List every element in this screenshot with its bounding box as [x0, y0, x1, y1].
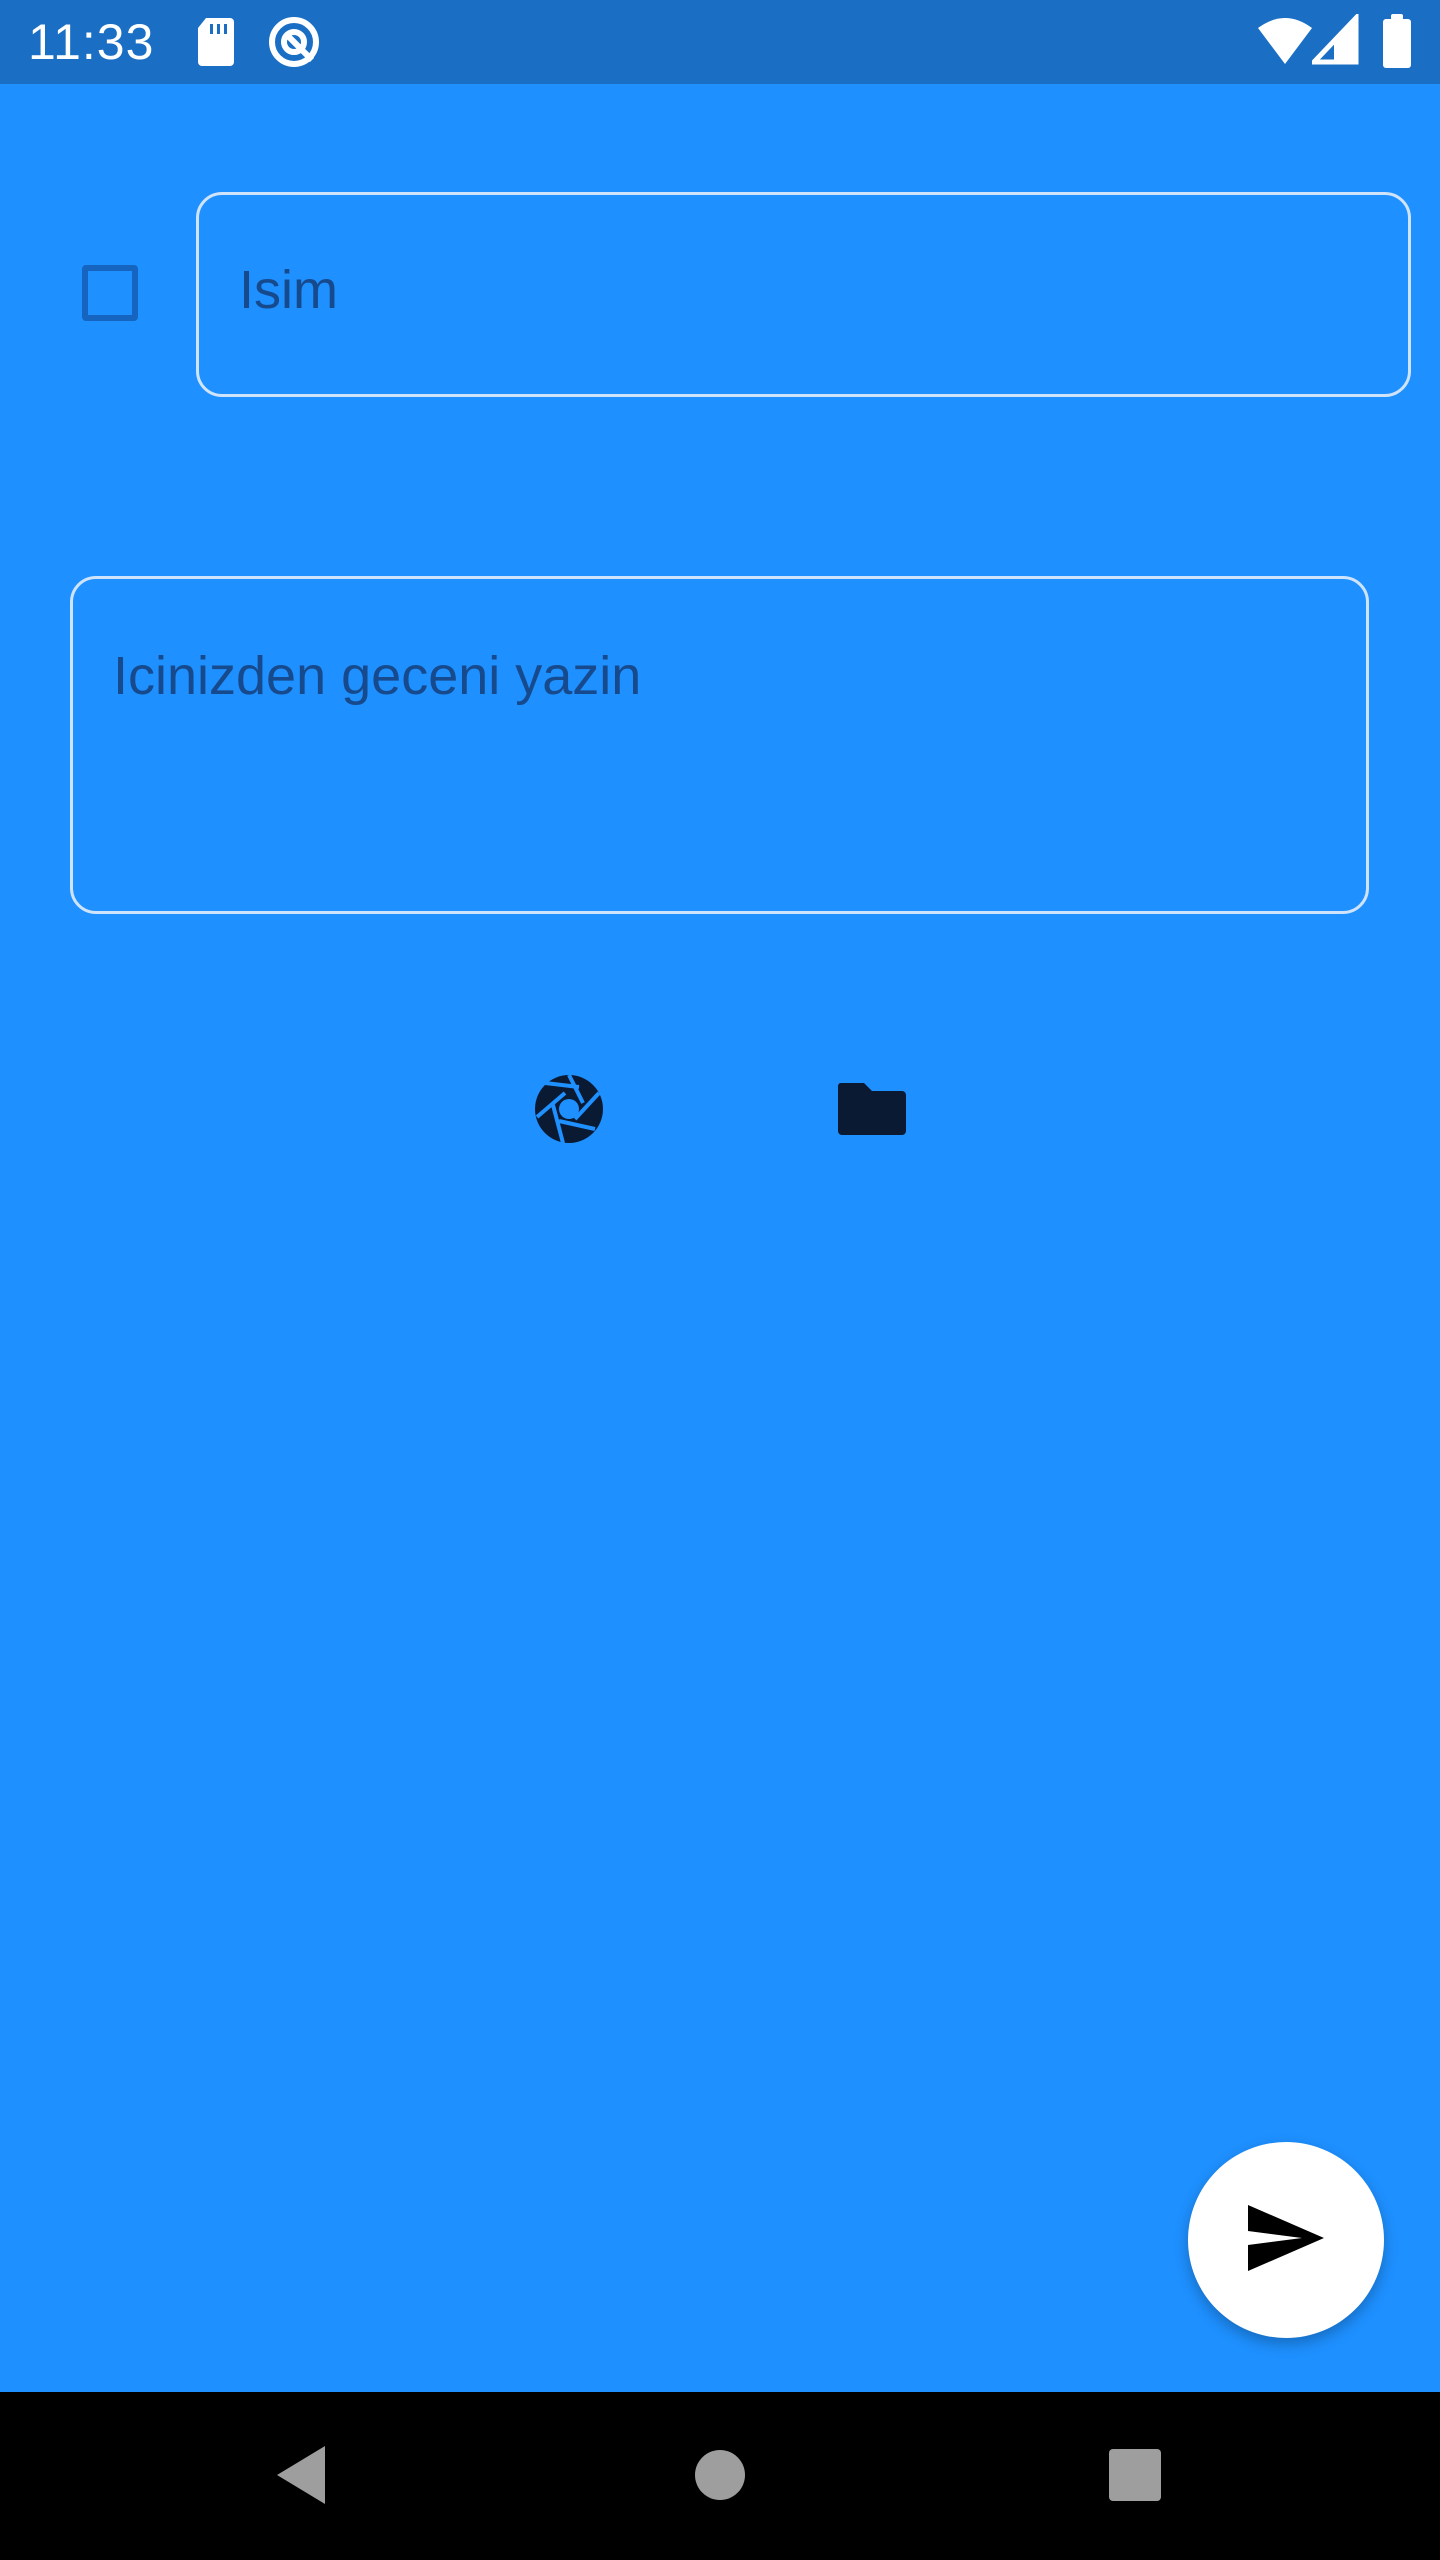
nav-back-button[interactable] — [256, 2432, 346, 2522]
nav-recents-button[interactable] — [1090, 2432, 1180, 2522]
status-bar: 11:33 — [0, 0, 1440, 84]
navigation-bar — [0, 2392, 1440, 2560]
nav-home-button[interactable] — [675, 2432, 765, 2522]
notification-ring-icon — [266, 14, 322, 74]
wifi-icon — [1256, 14, 1314, 70]
battery-icon — [1382, 14, 1412, 74]
send-button[interactable] — [1188, 2142, 1384, 2338]
sd-card-icon — [196, 14, 236, 74]
home-icon — [694, 2449, 746, 2505]
camera-aperture-icon — [533, 1073, 605, 1149]
back-icon — [273, 2444, 329, 2510]
name-checkbox[interactable] — [82, 265, 138, 321]
message-input-placeholder: Icinizden geceni yazin — [113, 646, 642, 706]
folder-icon — [836, 1079, 908, 1143]
main-content: Isim Icinizden geceni yazin — [0, 84, 1440, 2392]
name-input[interactable]: Isim — [196, 192, 1411, 397]
name-input-placeholder: Isim — [239, 260, 338, 320]
signal-icon — [1308, 11, 1360, 70]
camera-button[interactable] — [524, 1066, 614, 1156]
status-time: 11:33 — [28, 14, 155, 70]
folder-button[interactable] — [827, 1066, 917, 1156]
recents-icon — [1108, 2448, 1162, 2506]
send-icon — [1246, 2203, 1326, 2277]
message-input[interactable]: Icinizden geceni yazin — [70, 576, 1369, 914]
